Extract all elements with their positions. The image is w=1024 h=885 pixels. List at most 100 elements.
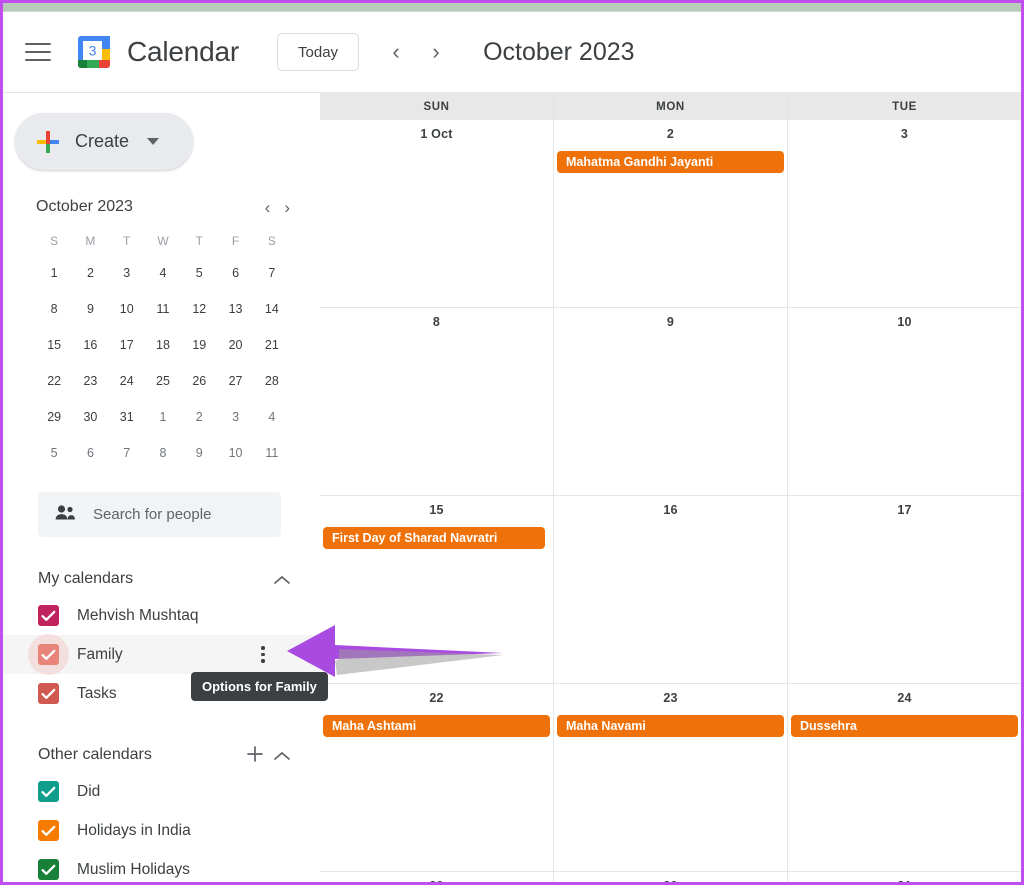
mini-calendar-day[interactable]: 4 (150, 262, 176, 284)
chevron-up-icon[interactable] (274, 747, 290, 764)
other-calendar-row-1[interactable]: Holidays in India (3, 811, 320, 850)
day-cell[interactable]: 10 (788, 308, 1021, 495)
mini-calendar-day[interactable]: 1 (41, 262, 67, 284)
mini-calendar-day[interactable]: 3 (223, 406, 249, 428)
day-number[interactable]: 10 (788, 315, 1021, 329)
day-cell[interactable]: 15 First Day of Sharad Navratri (320, 496, 554, 683)
mini-calendar-day[interactable]: 12 (186, 298, 212, 320)
mini-calendar-day[interactable]: 26 (186, 370, 212, 392)
mini-calendar-day[interactable]: 10 (223, 442, 249, 464)
event-chip[interactable]: Maha Navami (557, 715, 784, 737)
day-number[interactable]: 15 (320, 503, 553, 517)
day-cell[interactable]: 3 (788, 120, 1021, 307)
mini-calendar-day[interactable]: 25 (150, 370, 176, 392)
search-people-input[interactable]: Search for people (38, 492, 281, 537)
day-number[interactable]: 24 (788, 691, 1021, 705)
chevron-right-icon[interactable]: › (419, 35, 453, 69)
mini-calendar-day[interactable]: 16 (77, 334, 103, 356)
mini-calendar-day[interactable]: 24 (114, 370, 140, 392)
mini-calendar-day[interactable]: 13 (223, 298, 249, 320)
mini-prev-month-icon[interactable]: ‹ (265, 199, 271, 216)
day-number[interactable]: 23 (554, 691, 787, 705)
my-calendar-checkbox-2[interactable] (38, 683, 59, 704)
day-number[interactable]: 9 (554, 315, 787, 329)
day-number[interactable]: 31 (788, 879, 1021, 882)
mini-calendar-day[interactable]: 23 (77, 370, 103, 392)
day-number[interactable]: 29 (320, 879, 553, 882)
mini-calendar-day[interactable]: 21 (259, 334, 285, 356)
day-cell[interactable]: 31 (788, 872, 1021, 882)
mini-calendar-day[interactable]: 6 (223, 262, 249, 284)
my-calendar-row-0[interactable]: Mehvish Mushtaq (3, 596, 320, 635)
my-calendar-row-1[interactable]: Family (3, 634, 320, 675)
mini-calendar-day[interactable]: 11 (259, 442, 285, 464)
mini-calendar-day[interactable]: 15 (41, 334, 67, 356)
other-calendars-header[interactable]: Other calendars (3, 738, 320, 772)
mini-next-month-icon[interactable]: › (284, 199, 290, 216)
event-chip[interactable]: Mahatma Gandhi Jayanti (557, 151, 784, 173)
mini-calendar-day[interactable]: 5 (41, 442, 67, 464)
my-calendar-checkbox-1[interactable] (38, 644, 59, 665)
chevron-down-icon[interactable] (147, 138, 160, 145)
day-number[interactable]: 17 (788, 503, 1021, 517)
day-cell[interactable]: 1 Oct (320, 120, 554, 307)
mini-calendar-day[interactable]: 9 (186, 442, 212, 464)
day-number[interactable]: 30 (554, 879, 787, 882)
day-cell[interactable]: 23 Maha Navami (554, 684, 788, 871)
day-cell[interactable]: 22 Maha Ashtami (320, 684, 554, 871)
event-chip[interactable]: Maha Ashtami (323, 715, 550, 737)
my-calendars-header[interactable]: My calendars (3, 562, 320, 596)
day-number[interactable]: 8 (320, 315, 553, 329)
mini-calendar-day[interactable]: 14 (259, 298, 285, 320)
chevron-up-icon[interactable] (274, 571, 290, 588)
day-cell[interactable]: 24 Dussehra (788, 684, 1021, 871)
other-calendar-row-2[interactable]: Muslim Holidays (3, 850, 320, 882)
mini-calendar-day[interactable]: 28 (259, 370, 285, 392)
other-calendar-checkbox-0[interactable] (38, 781, 59, 802)
other-calendar-checkbox-1[interactable] (38, 820, 59, 841)
mini-calendar-day[interactable]: 4 (259, 406, 285, 428)
day-number[interactable]: 2 (554, 127, 787, 141)
mini-calendar-day[interactable]: 7 (259, 262, 285, 284)
mini-calendar-day[interactable]: 17 (114, 334, 140, 356)
mini-calendar-day[interactable]: 6 (77, 442, 103, 464)
day-cell[interactable]: 9 (554, 308, 788, 495)
mini-calendar-day[interactable]: 3 (114, 262, 140, 284)
mini-calendar-day[interactable]: 7 (114, 442, 140, 464)
calendar-options-kebab-icon[interactable] (254, 645, 272, 665)
mini-calendar-day[interactable]: 5 (186, 262, 212, 284)
day-number[interactable]: 16 (554, 503, 787, 517)
event-chip[interactable]: Dussehra (791, 715, 1018, 737)
day-number[interactable]: 3 (788, 127, 1021, 141)
day-number[interactable]: 22 (320, 691, 553, 705)
event-chip[interactable]: First Day of Sharad Navratri (323, 527, 545, 549)
mini-calendar-day[interactable]: 11 (150, 298, 176, 320)
mini-calendar-day[interactable]: 18 (150, 334, 176, 356)
day-cell[interactable]: 8 (320, 308, 554, 495)
day-number[interactable]: 1 Oct (320, 127, 553, 141)
mini-calendar-day[interactable]: 27 (223, 370, 249, 392)
day-cell[interactable]: 29 (320, 872, 554, 882)
mini-calendar-day[interactable]: 9 (77, 298, 103, 320)
other-calendar-checkbox-2[interactable] (38, 859, 59, 880)
mini-calendar-day[interactable]: 20 (223, 334, 249, 356)
mini-calendar-day[interactable]: 22 (41, 370, 67, 392)
mini-calendar-day[interactable]: 19 (186, 334, 212, 356)
my-calendar-checkbox-0[interactable] (38, 605, 59, 626)
plus-icon[interactable] (246, 745, 264, 766)
other-calendar-row-0[interactable]: Did (3, 772, 320, 811)
mini-calendar-day[interactable]: 1 (150, 406, 176, 428)
day-cell[interactable]: 2 Mahatma Gandhi Jayanti (554, 120, 788, 307)
mini-calendar-day[interactable]: 31 (114, 406, 140, 428)
mini-calendar-day[interactable]: 8 (150, 442, 176, 464)
mini-calendar-day[interactable]: 8 (41, 298, 67, 320)
mini-calendar-day[interactable]: 2 (77, 262, 103, 284)
mini-calendar-day[interactable]: 2 (186, 406, 212, 428)
mini-calendar-day[interactable]: 10 (114, 298, 140, 320)
mini-calendar-day[interactable]: 29 (41, 406, 67, 428)
day-cell[interactable]: 16 (554, 496, 788, 683)
day-cell[interactable]: 17 (788, 496, 1021, 683)
hamburger-menu-icon[interactable] (25, 37, 59, 67)
create-button[interactable]: Create (15, 113, 193, 170)
mini-calendar-day[interactable]: 30 (77, 406, 103, 428)
